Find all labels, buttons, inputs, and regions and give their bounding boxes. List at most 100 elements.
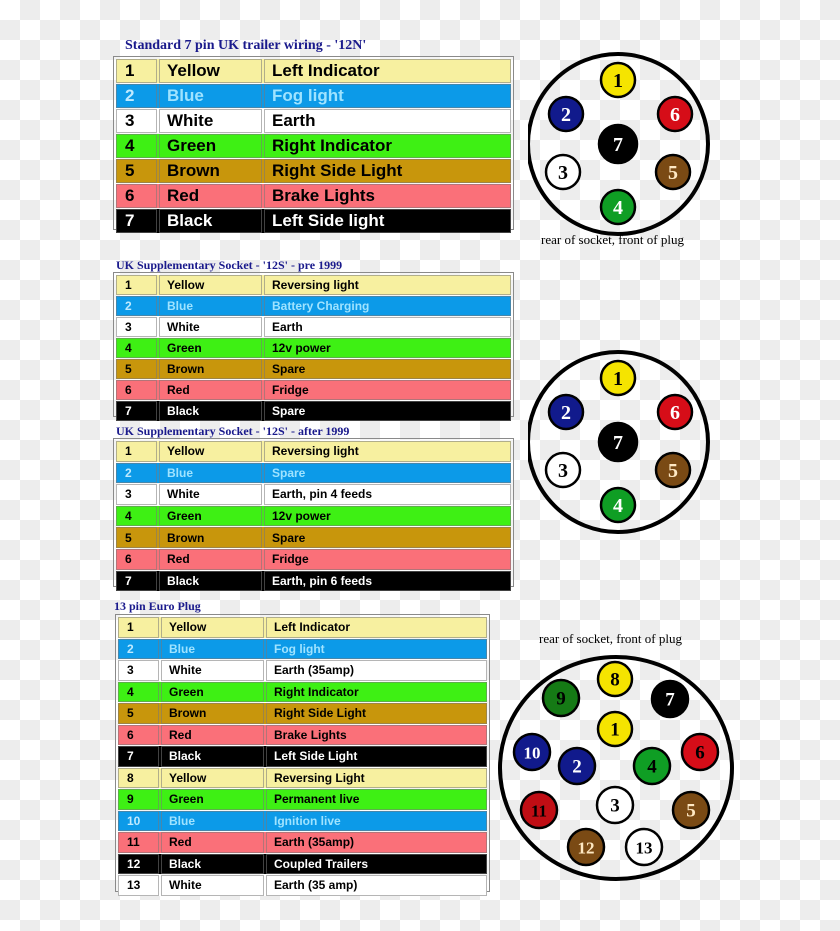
table-row: 5 Brown Right Side Light xyxy=(118,703,487,724)
pin-number-cell: 7 xyxy=(118,746,159,767)
pin-number-label: 2 xyxy=(561,402,571,424)
socket-pin-6: 6 xyxy=(656,393,694,431)
socket-pin-1: 1 xyxy=(599,359,637,397)
wire-colour-cell: White xyxy=(159,109,262,133)
pin-number-label: 6 xyxy=(670,104,680,126)
table-row: 7 Black Spare xyxy=(116,401,511,421)
wire-colour-cell: Blue xyxy=(159,296,262,316)
table-row: 9 Green Permanent live xyxy=(118,789,487,810)
socket-13pin-caption: rear of socket, front of plug xyxy=(539,631,682,646)
pin-number-label: 1 xyxy=(613,70,623,92)
table-row: 4 Green 12v power xyxy=(116,338,511,358)
table-row: 5 Brown Spare xyxy=(116,527,511,548)
table-12s-after1999-heading: UK Supplementary Socket - '12S' - after … xyxy=(116,424,350,438)
table-row: 12 Black Coupled Trailers xyxy=(118,853,487,874)
table-row: 1 Yellow Left Indicator xyxy=(116,59,511,83)
socket-pin-1: 1 xyxy=(599,61,637,99)
function-cell: Earth xyxy=(264,317,511,337)
wire-colour-cell: Green xyxy=(159,338,262,358)
table-row: 1 Yellow Reversing light xyxy=(116,275,511,295)
wire-colour-cell: Black xyxy=(161,746,264,767)
table-12n-heading: Standard 7 pin UK trailer wiring - '12N' xyxy=(125,38,367,53)
wire-colour-cell: Brown xyxy=(161,703,264,724)
function-cell: Left Indicator xyxy=(266,617,487,638)
pin-number-cell: 12 xyxy=(118,853,159,874)
function-cell: Coupled Trailers xyxy=(266,853,487,874)
socket-pin-5: 5 xyxy=(654,451,692,489)
pin-number-cell: 2 xyxy=(116,296,157,316)
socket-pin-2: 2 xyxy=(547,393,585,431)
table-row: 10 Blue Ignition live xyxy=(118,810,487,831)
table-row: 11 Red Earth (35amp) xyxy=(118,832,487,853)
table-row: 3 White Earth xyxy=(116,317,511,337)
pin-number-label: 3 xyxy=(558,162,568,184)
pin-number-label: 13 xyxy=(636,839,653,858)
socket-pin-4: 4 xyxy=(599,188,637,226)
pin-number-cell: 6 xyxy=(116,184,157,208)
pin-number-cell: 13 xyxy=(118,875,159,896)
wire-colour-cell: Red xyxy=(159,548,262,570)
pin-number-cell: 2 xyxy=(116,462,157,484)
socket-pin-12: 12 xyxy=(566,827,606,867)
table-row: 7 Black Left Side light xyxy=(116,209,511,233)
socket-pin-6: 6 xyxy=(656,95,694,133)
pin-number-label: 5 xyxy=(668,162,678,184)
wire-colour-cell: Red xyxy=(159,184,262,208)
pin-number-label: 7 xyxy=(665,690,675,711)
pin-number-cell: 1 xyxy=(116,275,157,295)
pin-number-cell: 4 xyxy=(116,505,157,527)
wire-colour-cell: Brown xyxy=(159,527,262,548)
pin-number-cell: 2 xyxy=(116,84,157,108)
pin-number-label: 8 xyxy=(610,670,620,691)
function-cell: Fridge xyxy=(264,548,511,570)
pin-number-label: 7 xyxy=(613,432,623,454)
pin-number-label: 3 xyxy=(558,460,568,482)
socket-pin-4: 4 xyxy=(632,746,672,786)
socket-pin-5: 5 xyxy=(654,153,692,191)
socket-pin-7: 7 xyxy=(597,123,639,165)
function-cell: Permanent live xyxy=(266,789,487,810)
wire-colour-cell: Red xyxy=(161,724,264,745)
pin-number-cell: 2 xyxy=(118,638,159,659)
wire-colour-cell: Red xyxy=(161,832,264,853)
table-row: 2 Blue Fog light xyxy=(116,84,511,108)
pin-number-cell: 3 xyxy=(118,660,159,681)
table-row: 6 Red Fridge xyxy=(116,380,511,400)
function-cell: Earth xyxy=(264,109,511,133)
wire-colour-cell: Yellow xyxy=(159,275,262,295)
function-cell: 12v power xyxy=(264,338,511,358)
pin-number-cell: 10 xyxy=(118,810,159,831)
function-cell: Left Side Light xyxy=(266,746,487,767)
pin-number-cell: 11 xyxy=(118,832,159,853)
table-row: 8 Yellow Reversing Light xyxy=(118,767,487,788)
pin-number-cell: 7 xyxy=(116,401,157,421)
socket-pin-7: 7 xyxy=(597,421,639,463)
pin-number-cell: 8 xyxy=(118,767,159,788)
wire-colour-cell: White xyxy=(161,660,264,681)
wire-colour-cell: Yellow xyxy=(161,617,264,638)
table-row: 1 Yellow Left Indicator xyxy=(118,617,487,638)
wire-colour-cell: Green xyxy=(159,134,262,158)
wire-colour-cell: Brown xyxy=(159,359,262,379)
function-cell: Reversing Light xyxy=(266,767,487,788)
table-row: 2 Blue Fog light xyxy=(118,638,487,659)
table-12s-pre1999-heading: UK Supplementary Socket - '12S' - pre 19… xyxy=(116,258,343,272)
pin-number-label: 11 xyxy=(531,802,547,821)
pin-number-cell: 5 xyxy=(116,359,157,379)
wire-colour-cell: Blue xyxy=(161,810,264,831)
pin-number-cell: 6 xyxy=(116,548,157,570)
pin-number-cell: 1 xyxy=(116,441,157,462)
function-cell: Earth, pin 4 feeds xyxy=(264,484,511,505)
pin-number-cell: 1 xyxy=(116,59,157,83)
function-cell: Reversing light xyxy=(264,275,511,295)
table-row: 13 White Earth (35 amp) xyxy=(118,875,487,896)
table-row: 1 Yellow Reversing light xyxy=(116,441,511,462)
wire-colour-cell: Black xyxy=(159,209,262,233)
pin-number-cell: 7 xyxy=(116,570,157,592)
function-cell: Left Side light xyxy=(264,209,511,233)
pin-number-label: 6 xyxy=(670,402,680,424)
wire-colour-cell: Black xyxy=(159,570,262,592)
table-row: 3 White Earth (35amp) xyxy=(118,660,487,681)
pin-number-cell: 5 xyxy=(116,159,157,183)
pin-number-label: 2 xyxy=(561,104,571,126)
